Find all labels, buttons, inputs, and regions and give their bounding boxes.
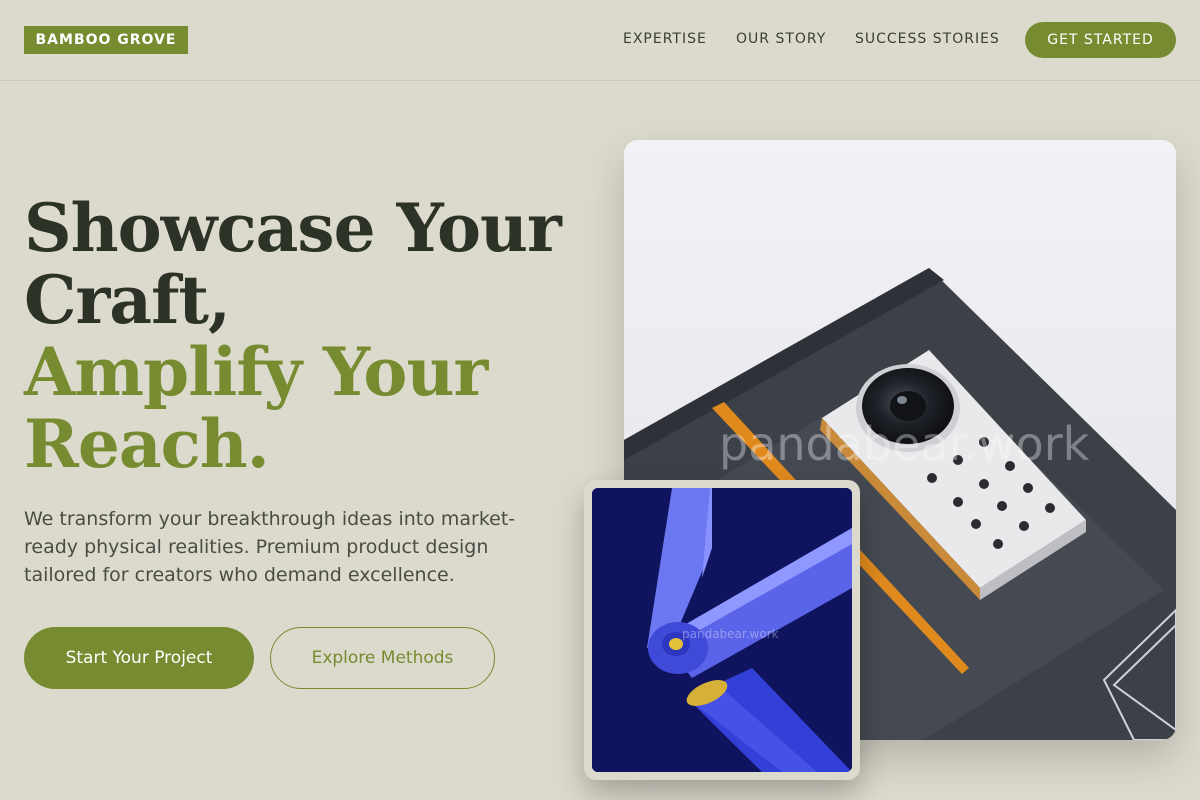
- main-image-watermark: pandabear.work: [719, 417, 1090, 471]
- hinge-arm-illustration: pandabear.work: [592, 488, 852, 772]
- top-navigation-bar: BAMBOO GROVE EXPERTISE OUR STORY SUCCESS…: [0, 0, 1200, 81]
- get-started-button[interactable]: GET STARTED: [1025, 22, 1176, 58]
- hero-headline: Showcase Your Craft, Amplify Your Reach.: [24, 192, 584, 480]
- nav-link-our-story[interactable]: OUR STORY: [736, 31, 826, 47]
- headline-line-4: Reach.: [24, 405, 270, 483]
- thumbnail-watermark: pandabear.work: [682, 627, 779, 641]
- brand-logo[interactable]: BAMBOO GROVE: [24, 26, 188, 54]
- start-project-button[interactable]: Start Your Project: [24, 627, 254, 689]
- explore-methods-button[interactable]: Explore Methods: [270, 627, 495, 689]
- nav-link-success-stories[interactable]: SUCCESS STORIES: [855, 31, 1000, 47]
- thumbnail-product-image: pandabear.work: [592, 488, 852, 772]
- headline-line-3: Amplify Your: [24, 333, 488, 411]
- headline-line-2: Craft,: [24, 261, 231, 339]
- nav-link-expertise[interactable]: EXPERTISE: [623, 31, 707, 47]
- headline-line-1: Showcase Your: [24, 189, 562, 267]
- thumbnail-card: pandabear.work: [584, 480, 860, 780]
- hero-description: We transform your breakthrough ideas int…: [24, 508, 516, 586]
